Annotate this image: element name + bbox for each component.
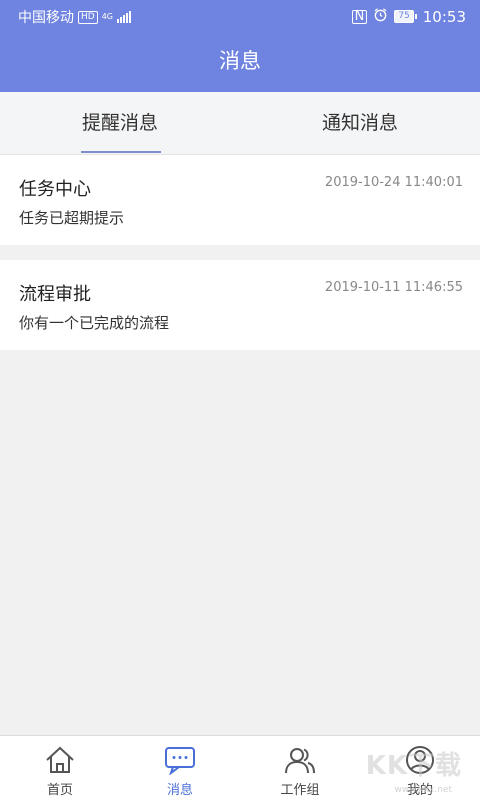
message-title: 任务中心	[19, 179, 91, 200]
tab-notification-messages[interactable]: 通知消息	[240, 92, 480, 154]
group-icon	[283, 745, 317, 775]
tab-label: 提醒消息	[81, 112, 158, 134]
network-type: 4G	[101, 12, 113, 21]
alarm-icon	[373, 7, 388, 26]
nfc-icon: N	[351, 9, 368, 24]
status-bar: 中国移动 HD 4G N 75 10:53	[0, 0, 480, 32]
home-icon	[43, 745, 77, 775]
tab-reminder-messages[interactable]: 提醒消息	[0, 92, 240, 154]
tab-label: 通知消息	[321, 112, 398, 134]
signal-icon	[117, 11, 131, 23]
message-title: 流程审批	[19, 284, 91, 305]
message-description: 任务已超期提示	[19, 209, 125, 227]
active-tab-indicator	[81, 151, 161, 153]
message-time: 2019-10-11 11:46:55	[324, 280, 463, 295]
nav-label: 消息	[166, 783, 193, 798]
watermark-logo: KK下载	[365, 751, 462, 781]
page-title: 消息	[219, 49, 261, 73]
message-time: 2019-10-24 11:40:01	[324, 175, 463, 190]
message-tabs: 提醒消息 通知消息	[0, 92, 480, 155]
clock: 10:53	[422, 7, 466, 26]
battery-level: 75	[394, 10, 414, 23]
battery-icon: 75	[394, 10, 417, 23]
message-item[interactable]: 流程审批 2019-10-11 11:46:55 你有一个已完成的流程	[0, 260, 480, 350]
message-item[interactable]: 任务中心 2019-10-24 11:40:01 任务已超期提示	[0, 155, 480, 245]
nav-home[interactable]: 首页	[0, 736, 120, 801]
carrier-label: 中国移动	[18, 10, 74, 26]
message-description: 你有一个已完成的流程	[19, 314, 170, 332]
nav-workgroup[interactable]: 工作组	[240, 736, 360, 801]
app-header: 中国移动 HD 4G N 75 10:53 消息	[0, 0, 480, 92]
message-icon	[163, 745, 197, 776]
nav-messages[interactable]: 消息	[120, 736, 240, 801]
nav-label: 工作组	[280, 783, 320, 798]
hd-badge: HD	[78, 10, 98, 24]
message-list: 任务中心 2019-10-24 11:40:01 任务已超期提示 流程审批 20…	[0, 155, 480, 350]
watermark-url: www.kkx.net	[394, 785, 453, 795]
nav-label: 首页	[46, 783, 73, 798]
